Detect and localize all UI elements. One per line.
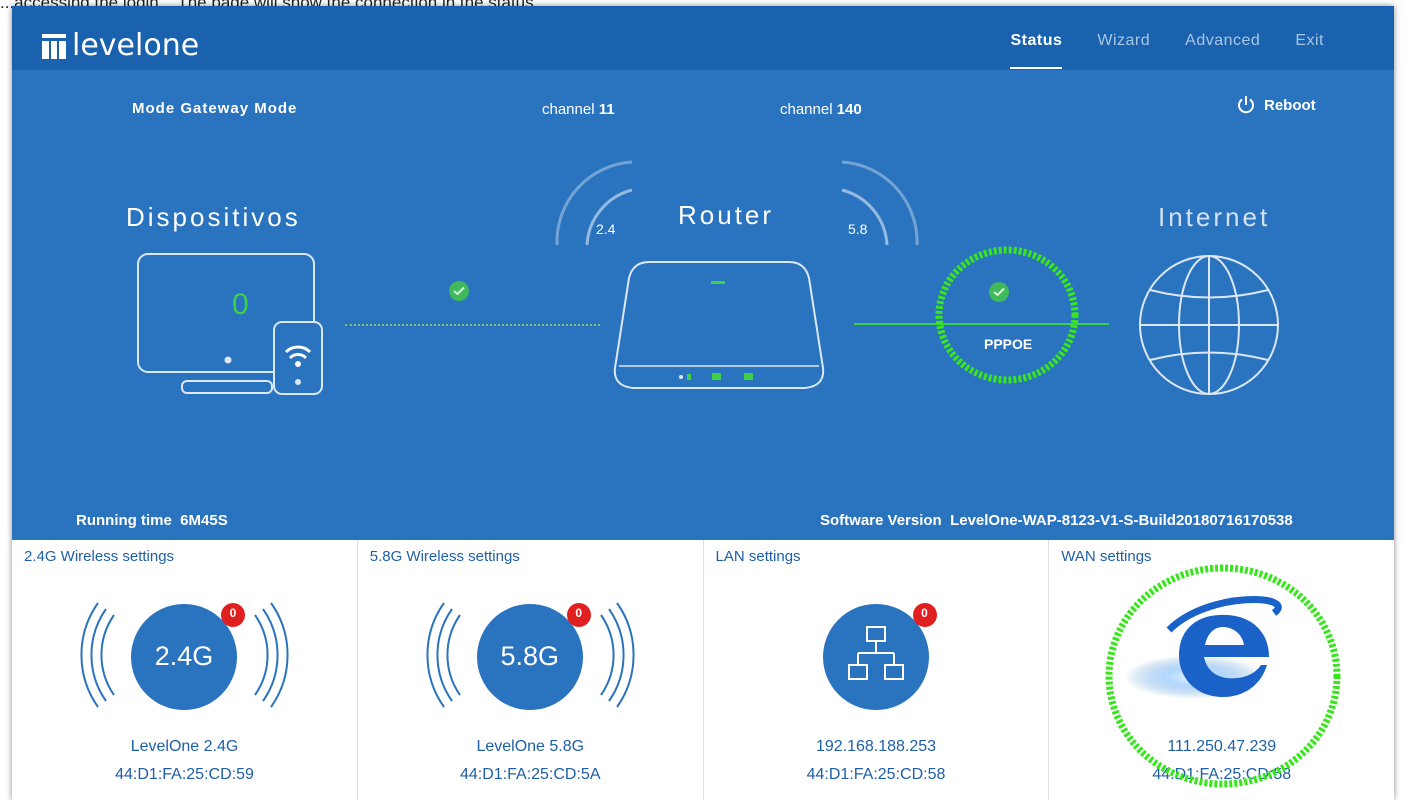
signal-arcs-24-icon — [555, 160, 633, 246]
running-time-info: Running time 6M45S — [76, 512, 228, 529]
nav-wizard[interactable]: Wizard — [1097, 32, 1150, 72]
status-diagram-panel: Mode Gateway Mode channel 11 channel 140… — [12, 70, 1394, 540]
nav-status[interactable]: Status — [1010, 32, 1063, 72]
channel-24-value: 11 — [598, 101, 615, 118]
main-nav: Status Wizard Advanced Exit — [1010, 32, 1324, 72]
tile-icon-label-58g: 5.8G — [500, 641, 560, 671]
annotation-circle — [1105, 564, 1341, 788]
wireless-58g-button[interactable]: 5.8G 0 — [408, 595, 653, 715]
nav-exit[interactable]: Exit — [1295, 32, 1324, 72]
mode-label: Mode — [132, 100, 176, 117]
top-navigation-bar: levelone Status Wizard Advanced Exit — [12, 6, 1394, 70]
lan-settings-button[interactable]: 0 — [754, 595, 999, 715]
notification-badge: 0 — [229, 606, 237, 620]
software-version-info: Software Version LevelOne-WAP-8123-V1-S-… — [820, 512, 1293, 529]
tile-58g-wireless: 5.8G Wireless settings 5.8G 0 LevelOne 5… — [357, 540, 704, 800]
channel-24-info: channel 11 — [542, 101, 615, 118]
annotation-circle — [935, 246, 1079, 384]
mode-info: Mode Gateway Mode — [132, 100, 297, 117]
tile-icon-label-24g: 2.4G — [154, 641, 214, 671]
levelone-logo-icon — [42, 33, 66, 59]
channel-58-info: channel 140 — [780, 101, 862, 118]
tile-title-58g[interactable]: 5.8G Wireless settings — [370, 548, 520, 565]
wireless-24g-button[interactable]: 2.4G 0 — [62, 595, 307, 715]
network-icon — [822, 603, 937, 710]
software-version-value: LevelOne-WAP-8123-V1-S-Build201807161705… — [950, 512, 1293, 529]
internet-title: Internet — [1158, 202, 1271, 232]
mac-lan: 44:D1:FA:25:CD:58 — [806, 766, 946, 783]
tile-24g-wireless: 2.4G Wireless settings 2.4G 0 LevelOne 2… — [12, 540, 358, 800]
nav-advanced[interactable]: Advanced — [1185, 32, 1260, 72]
reboot-label: Reboot — [1264, 96, 1316, 114]
notification-badge: 0 — [921, 606, 928, 620]
tile-title-24g[interactable]: 2.4G Wireless settings — [24, 548, 174, 565]
running-time-value: 6M45S — [180, 512, 228, 529]
software-version-label: Software Version — [820, 512, 942, 529]
channel-58-label: channel — [780, 101, 833, 118]
reboot-button[interactable]: Reboot — [1236, 95, 1316, 115]
devices-illustration-icon — [137, 253, 323, 395]
settings-tiles: 2.4G Wireless settings 2.4G 0 LevelOne 2… — [12, 540, 1394, 800]
router-admin-window: levelone Status Wizard Advanced Exit Mod… — [12, 6, 1394, 800]
power-icon — [1238, 96, 1254, 114]
channel-24-label: channel — [542, 101, 595, 118]
notification-badge: 0 — [575, 606, 583, 620]
mode-value: Gateway Mode — [180, 100, 298, 117]
channel-58-value: 140 — [836, 101, 862, 118]
mac-58g: 44:D1:FA:25:CD:5A — [459, 766, 601, 783]
signal-arcs-58-icon — [841, 160, 919, 246]
router-title: Router — [678, 200, 775, 230]
tile-lan: LAN settings 0 192.168.188.253 44:D1:FA:… — [703, 540, 1050, 800]
running-time-label: Running time — [76, 512, 172, 529]
mac-24g: 44:D1:FA:25:CD:59 — [115, 766, 254, 783]
globe-icon — [1139, 255, 1279, 395]
ssid-24g: LevelOne 2.4G — [130, 738, 239, 755]
router-device-icon — [613, 261, 825, 389]
logo-text: levelone — [72, 28, 200, 63]
tile-wan: WAN settings 111.250.47.239 44:D1:FA:25:… — [1049, 540, 1394, 800]
ssid-58g: LevelOne 5.8G — [476, 738, 585, 755]
brand-logo: levelone — [42, 30, 199, 62]
check-circle-icon — [449, 281, 469, 301]
lan-ip: 192.168.188.253 — [815, 738, 937, 755]
devices-title: Dispositivos — [126, 202, 301, 232]
connected-devices-count: 0 — [232, 288, 249, 321]
lan-link-line — [345, 324, 600, 326]
tile-title-lan[interactable]: LAN settings — [716, 548, 801, 565]
